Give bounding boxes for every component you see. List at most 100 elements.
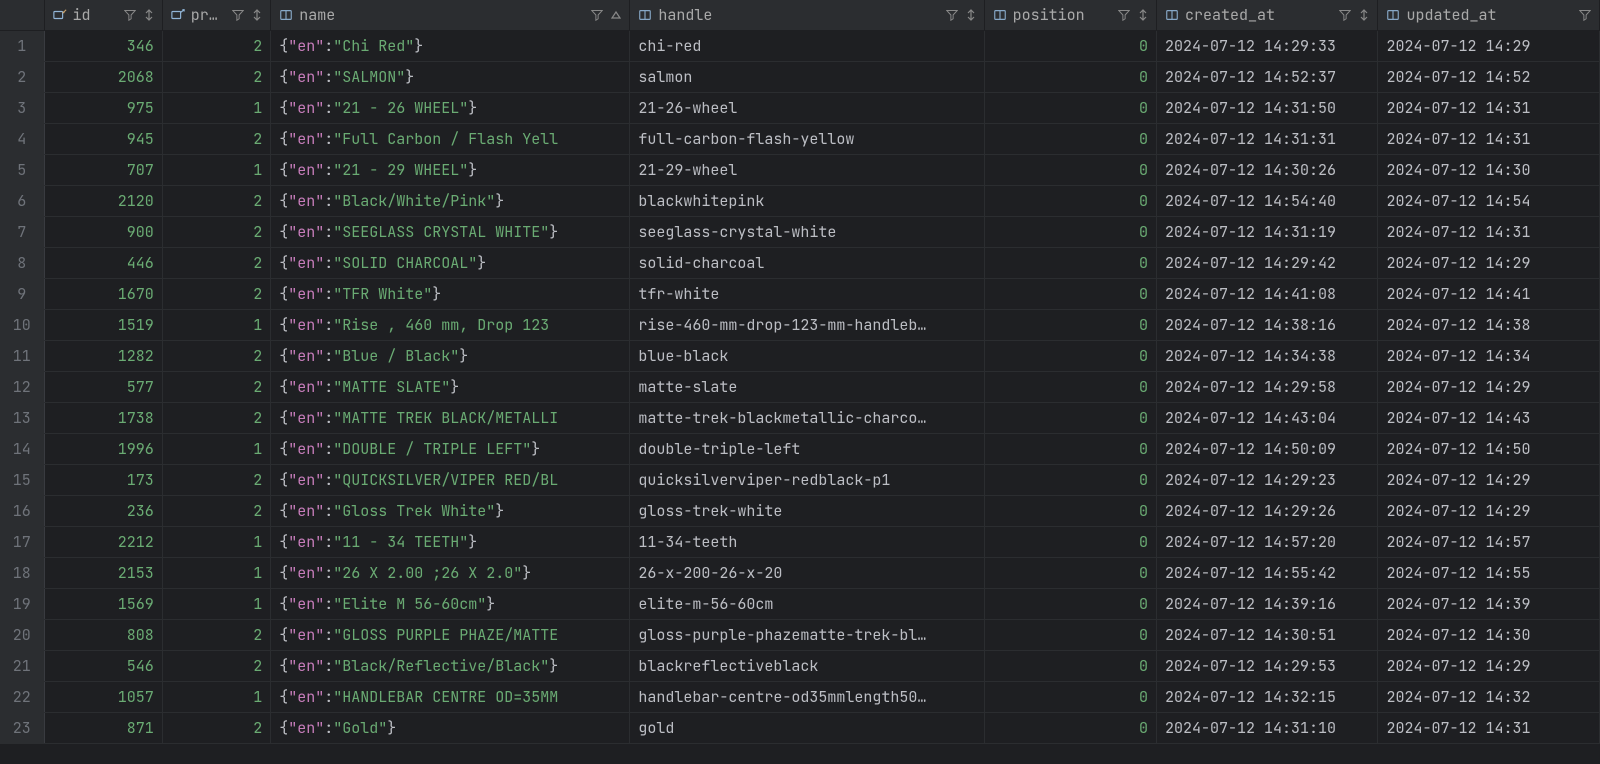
cell-id[interactable]: 1057 [45,682,163,712]
table-row[interactable]: 151732{"en": "QUICKSILVER/VIPER RED/BLqu… [0,465,1600,496]
cell-created-at[interactable]: 2024-07-12 14:52:37 [1157,62,1379,92]
cell-id[interactable]: 2153 [45,558,163,588]
cell-created-at[interactable]: 2024-07-12 14:29:23 [1157,465,1379,495]
table-row[interactable]: 621202{"en": "Black/White/Pink"}blackwhi… [0,186,1600,217]
cell-id[interactable]: 2068 [45,62,163,92]
cell-created-at[interactable]: 2024-07-12 14:34:38 [1157,341,1379,371]
table-row[interactable]: 79002{"en": "SEEGLASS CRYSTAL WHITE"}see… [0,217,1600,248]
table-row[interactable]: 916702{"en": "TFR White"}tfr-white02024-… [0,279,1600,310]
cell-updated-at[interactable]: 2024-07-12 14:34 [1378,341,1600,371]
cell-id[interactable]: 707 [45,155,163,185]
cell-updated-at[interactable]: 2024-07-12 14:41 [1378,279,1600,309]
cell-id[interactable]: 173 [45,465,163,495]
column-header-position[interactable]: position [985,0,1157,30]
cell-product-option-id[interactable]: 1 [163,310,271,340]
cell-product-option-id[interactable]: 2 [163,372,271,402]
sort-icon[interactable] [1138,9,1148,21]
cell-position[interactable]: 0 [985,651,1157,681]
filter-icon[interactable] [591,9,603,21]
cell-created-at[interactable]: 2024-07-12 14:29:53 [1157,651,1379,681]
filter-icon[interactable] [124,9,136,21]
cell-position[interactable]: 0 [985,93,1157,123]
cell-created-at[interactable]: 2024-07-12 14:31:31 [1157,124,1379,154]
cell-name[interactable]: {"en": "11 - 34 TEETH"} [271,527,630,557]
cell-id[interactable]: 577 [45,372,163,402]
cell-updated-at[interactable]: 2024-07-12 14:29 [1378,372,1600,402]
cell-created-at[interactable]: 2024-07-12 14:30:51 [1157,620,1379,650]
cell-id[interactable]: 945 [45,124,163,154]
column-header-product[interactable]: pr… [163,0,271,30]
column-header-handle[interactable]: handle [630,0,984,30]
cell-created-at[interactable]: 2024-07-12 14:31:10 [1157,713,1379,743]
cell-created-at[interactable]: 2024-07-12 14:41:08 [1157,279,1379,309]
cell-product-option-id[interactable]: 2 [163,713,271,743]
cell-position[interactable]: 0 [985,682,1157,712]
cell-product-option-id[interactable]: 2 [163,186,271,216]
column-header-id[interactable]: id [45,0,163,30]
cell-product-option-id[interactable]: 1 [163,93,271,123]
cell-handle[interactable]: handlebar-centre-od35mmlength50… [630,682,984,712]
cell-product-option-id[interactable]: 1 [163,527,271,557]
cell-created-at[interactable]: 2024-07-12 14:43:04 [1157,403,1379,433]
table-row[interactable]: 220682{"en": "SALMON"}salmon02024-07-12 … [0,62,1600,93]
cell-handle[interactable]: matte-slate [630,372,984,402]
cell-created-at[interactable]: 2024-07-12 14:39:16 [1157,589,1379,619]
cell-id[interactable]: 1282 [45,341,163,371]
table-row[interactable]: 13462{"en": "Chi Red"}chi-red02024-07-12… [0,31,1600,62]
cell-id[interactable]: 1519 [45,310,163,340]
cell-created-at[interactable]: 2024-07-12 14:29:33 [1157,31,1379,61]
cell-updated-at[interactable]: 2024-07-12 14:31 [1378,93,1600,123]
cell-updated-at[interactable]: 2024-07-12 14:54 [1378,186,1600,216]
cell-id[interactable]: 1670 [45,279,163,309]
cell-name[interactable]: {"en": "DOUBLE / TRIPLE LEFT"} [271,434,630,464]
table-row[interactable]: 238712{"en": "Gold"}gold02024-07-12 14:3… [0,713,1600,744]
cell-handle[interactable]: tfr-white [630,279,984,309]
cell-name[interactable]: {"en": "Blue / Black"} [271,341,630,371]
cell-position[interactable]: 0 [985,527,1157,557]
cell-position[interactable]: 0 [985,372,1157,402]
cell-name[interactable]: {"en": "Chi Red"} [271,31,630,61]
cell-position[interactable]: 0 [985,124,1157,154]
cell-product-option-id[interactable]: 2 [163,465,271,495]
cell-name[interactable]: {"en": "21 - 29 WHEEL"} [271,155,630,185]
table-row[interactable]: 1915691{"en": "Elite M 56-60cm"}elite-m-… [0,589,1600,620]
cell-id[interactable]: 2212 [45,527,163,557]
filter-icon[interactable] [946,9,958,21]
filter-icon[interactable] [1579,9,1591,21]
cell-name[interactable]: {"en": "MATTE SLATE"} [271,372,630,402]
table-row[interactable]: 125772{"en": "MATTE SLATE"}matte-slate02… [0,372,1600,403]
cell-name[interactable]: {"en": "Gold"} [271,713,630,743]
cell-name[interactable]: {"en": "Full Carbon / Flash Yell [271,124,630,154]
cell-created-at[interactable]: 2024-07-12 14:32:15 [1157,682,1379,712]
cell-updated-at[interactable]: 2024-07-12 14:29 [1378,31,1600,61]
cell-updated-at[interactable]: 2024-07-12 14:50 [1378,434,1600,464]
cell-name[interactable]: {"en": "TFR White"} [271,279,630,309]
cell-name[interactable]: {"en": "GLOSS PURPLE PHAZE/MATTE [271,620,630,650]
cell-name[interactable]: {"en": "Gloss Trek White"} [271,496,630,526]
cell-updated-at[interactable]: 2024-07-12 14:43 [1378,403,1600,433]
cell-updated-at[interactable]: 2024-07-12 14:31 [1378,217,1600,247]
cell-position[interactable]: 0 [985,248,1157,278]
cell-handle[interactable]: solid-charcoal [630,248,984,278]
cell-updated-at[interactable]: 2024-07-12 14:32 [1378,682,1600,712]
cell-created-at[interactable]: 2024-07-12 14:38:16 [1157,310,1379,340]
cell-product-option-id[interactable]: 2 [163,620,271,650]
table-row[interactable]: 1821531{"en": "26 X 2.00 ;26 X 2.0"}26-x… [0,558,1600,589]
cell-product-option-id[interactable]: 2 [163,31,271,61]
cell-name[interactable]: {"en": "Rise , 460 mm, Drop 123 [271,310,630,340]
cell-id[interactable]: 1738 [45,403,163,433]
cell-handle[interactable]: gloss-trek-white [630,496,984,526]
cell-position[interactable]: 0 [985,31,1157,61]
column-header-created-at[interactable]: created_at [1157,0,1379,30]
cell-handle[interactable]: 11-34-teeth [630,527,984,557]
cell-position[interactable]: 0 [985,155,1157,185]
cell-handle[interactable]: rise-460-mm-drop-123-mm-handleb… [630,310,984,340]
cell-product-option-id[interactable]: 2 [163,403,271,433]
cell-handle[interactable]: 26-x-200-26-x-20 [630,558,984,588]
cell-created-at[interactable]: 2024-07-12 14:29:26 [1157,496,1379,526]
cell-product-option-id[interactable]: 2 [163,124,271,154]
cell-product-option-id[interactable]: 2 [163,341,271,371]
cell-updated-at[interactable]: 2024-07-12 14:39 [1378,589,1600,619]
cell-id[interactable]: 1996 [45,434,163,464]
cell-handle[interactable]: quicksilverviper-redblack-p1 [630,465,984,495]
